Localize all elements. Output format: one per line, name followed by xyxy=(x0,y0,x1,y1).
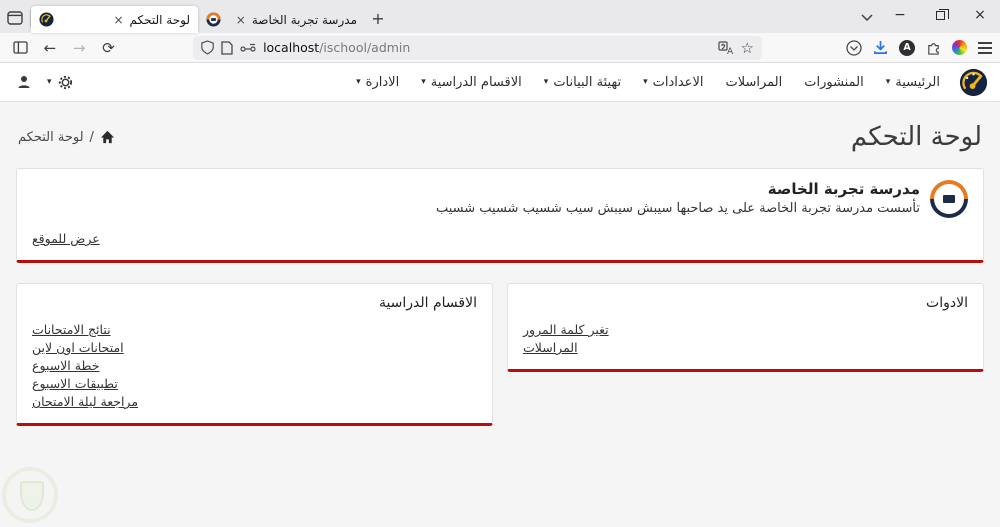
connection-icon[interactable] xyxy=(240,43,256,53)
pocket-icon[interactable] xyxy=(846,39,862,56)
tab-school-site[interactable]: × مدرسة تجربة الخاصة xyxy=(198,6,365,33)
nav-label: الاعدادات xyxy=(652,74,704,90)
svg-text:A: A xyxy=(727,47,734,55)
nav-label: المنشورات xyxy=(804,74,864,90)
change-password-link[interactable]: تغير كلمة المرور xyxy=(523,321,609,338)
academic-sections-card: الاقسام الدراسية نتائج الامتحانات امتحان… xyxy=(16,283,493,426)
nav-item-home[interactable]: الرئيسية ▾ xyxy=(875,75,951,90)
app-navbar: الرئيسية ▾ المنشورات المراسلات الاعدادات ▾… xyxy=(0,63,1000,102)
nav-item-publications[interactable]: المنشورات xyxy=(793,75,874,90)
translate-icon[interactable]: A xyxy=(717,40,734,55)
chevron-down-icon: ▾ xyxy=(356,77,361,87)
close-tab-icon[interactable]: × xyxy=(113,13,123,27)
browser-titlebar: × لوحة التحكم × مدرسة تجربة الخاصة + − × xyxy=(0,0,1000,33)
nav-label: تهيئة البيانات xyxy=(553,74,622,90)
chevron-down-icon: ▾ xyxy=(543,77,549,87)
exam-night-review-link[interactable]: مراجعة ليلة الامتحان xyxy=(32,393,138,410)
breadcrumb-current: لوحة التحكم xyxy=(18,129,84,145)
correspondence-link[interactable]: المراسلات xyxy=(523,339,578,356)
browser-toolbar: ← → ⟳ localhost/ischool/admin A ☆ A xyxy=(0,33,1000,63)
school-info-card: مدرسة تجربة الخاصة تأسست مدرسة تجربة الخ… xyxy=(16,168,984,263)
chevron-down-icon: ▾ xyxy=(421,77,426,87)
week-apps-link[interactable]: تطبيقات الاسبوع xyxy=(32,375,118,392)
chevron-down-icon: ▾ xyxy=(47,77,52,87)
nav-item-academic-sections[interactable]: الاقسام الدراسية ▾ xyxy=(410,75,533,90)
url-path: /ischool/admin xyxy=(319,40,411,55)
tab-title: لوحة التحكم xyxy=(129,12,191,27)
exam-results-link[interactable]: نتائج الامتحانات xyxy=(32,321,111,338)
chevron-down-icon: ▾ xyxy=(885,77,891,87)
user-menu[interactable] xyxy=(12,74,36,90)
nav-item-data-setup[interactable]: تهيئة البيانات ▾ xyxy=(533,75,632,90)
sections-card-title: الاقسام الدراسية xyxy=(378,295,477,311)
gear-icon xyxy=(58,75,72,89)
url-bar[interactable]: localhost/ischool/admin A ☆ xyxy=(193,35,762,60)
gauge-logo-icon[interactable] xyxy=(959,68,988,97)
extension-a-icon[interactable]: A xyxy=(899,39,915,56)
school-logo-icon xyxy=(930,180,968,218)
extensions-puzzle-icon[interactable] xyxy=(926,40,941,55)
chevron-down-icon: ▾ xyxy=(643,77,648,87)
admin-dashboard-page: لوحة التحكم / لوحة التحكم مدرسة تجربة ال… xyxy=(0,102,1000,440)
new-tab-button[interactable]: + xyxy=(365,5,391,31)
school-name: مدرسة تجربة الخاصة xyxy=(767,180,920,198)
gauge-favicon-icon xyxy=(39,12,54,27)
back-icon[interactable]: ← xyxy=(37,36,62,60)
url-text[interactable]: localhost/ischool/admin xyxy=(263,40,410,55)
view-site-link[interactable]: عرض للموقع xyxy=(32,231,100,246)
breadcrumb: / لوحة التحكم xyxy=(18,130,115,145)
sidebar-icon[interactable] xyxy=(8,36,33,60)
tab-title: مدرسة تجربة الخاصة xyxy=(251,12,357,27)
close-window-button[interactable]: × xyxy=(960,0,1000,30)
forward-icon[interactable]: → xyxy=(67,36,92,60)
nav-item-administration[interactable]: الادارة ▾ xyxy=(345,75,410,90)
page-title: لوحة التحكم xyxy=(850,122,982,152)
school-description: تأسست مدرسة تجربة الخاصة على يد صاحبها س… xyxy=(435,201,920,216)
home-icon[interactable] xyxy=(100,130,115,144)
close-tab-icon[interactable]: × xyxy=(236,13,246,27)
url-domain: localhost xyxy=(263,40,320,55)
list-all-tabs-icon[interactable] xyxy=(854,4,880,30)
settings-gear-menu[interactable]: ▾ xyxy=(43,74,78,91)
bookmark-star-icon[interactable]: ☆ xyxy=(741,39,754,57)
nav-item-correspondence[interactable]: المراسلات xyxy=(714,75,793,90)
restore-button[interactable] xyxy=(920,0,960,30)
nav-label: المراسلات xyxy=(725,74,783,90)
nav-label: الرئيسية xyxy=(895,74,940,90)
breadcrumb-separator: / xyxy=(89,129,94,145)
tools-card: الادوات تغير كلمة المرور المراسلات xyxy=(507,283,984,372)
extension-colorwheel-icon[interactable] xyxy=(952,40,967,55)
online-exams-link[interactable]: امتحانات اون لاين xyxy=(32,339,124,356)
firefox-view-icon[interactable] xyxy=(0,5,30,31)
restore-icon xyxy=(935,8,949,20)
shield-icon[interactable] xyxy=(201,40,214,55)
minimize-button[interactable]: − xyxy=(880,0,920,30)
tools-card-title: الادوات xyxy=(926,295,968,311)
page-info-icon[interactable] xyxy=(221,40,233,55)
downloads-icon[interactable] xyxy=(873,40,888,55)
nav-label: الاقسام الدراسية xyxy=(430,74,522,90)
watermark-logo xyxy=(2,467,64,527)
nav-item-settings[interactable]: الاعدادات ▾ xyxy=(632,75,714,90)
reload-icon[interactable]: ⟳ xyxy=(96,36,121,60)
week-plan-link[interactable]: خطة الاسبوع xyxy=(32,357,99,374)
menu-icon[interactable] xyxy=(978,41,992,44)
nav-label: الادارة xyxy=(365,74,400,90)
school-favicon-icon xyxy=(206,12,221,27)
tab-dashboard[interactable]: × لوحة التحكم xyxy=(31,6,198,33)
person-icon xyxy=(18,76,30,88)
